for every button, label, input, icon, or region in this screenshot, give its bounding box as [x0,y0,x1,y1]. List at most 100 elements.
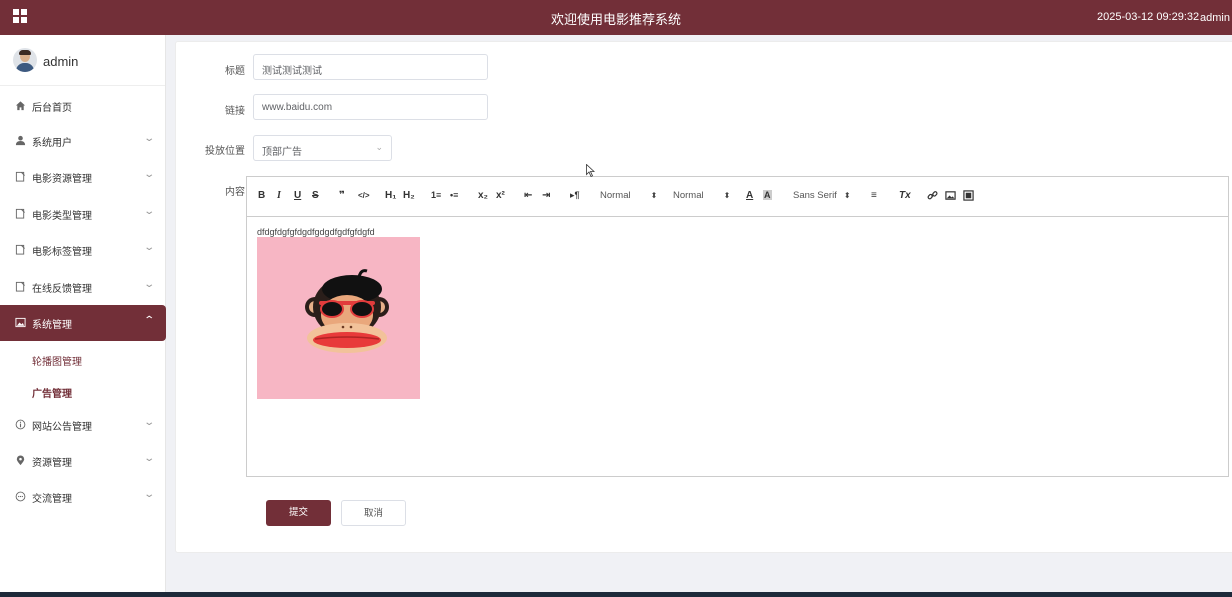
location-icon [16,455,25,466]
sidebar-item-system-users[interactable]: 系统用户 ⌄ [0,123,166,159]
sidebar-item-label: 网站公告管理 [32,422,92,433]
title-label: 标题 [225,66,245,77]
header-picker-label: Normal [673,190,704,201]
chevron-up-icon: ⌃ [143,315,156,326]
position-select[interactable]: 顶部广告 ⌄ [253,135,392,161]
sidebar-subitem-carousel[interactable]: 轮播图管理 [32,353,82,368]
image-icon [945,191,956,200]
text-color-button[interactable]: A [746,190,753,201]
position-label: 投放位置 [205,146,245,157]
font-picker[interactable]: Sans Serif ⬍ [793,190,851,201]
profile: admin [0,35,165,86]
editor-image [257,237,420,399]
blockquote-button[interactable]: ❞ [339,190,345,201]
avatar [13,48,37,72]
link-button[interactable] [927,190,938,203]
code-button[interactable]: </> [358,191,370,200]
position-select-value: 顶部广告 [262,147,302,158]
sidebar-item-label: 后台首页 [32,103,72,114]
document-icon [15,281,25,292]
link-label: 链接 [225,106,245,117]
sidebar-item-movie-resources[interactable]: 电影资源管理 ⌄ [0,159,166,195]
user-menu[interactable]: admin⌄ [1200,11,1232,24]
rich-text-editor: B I U S ❞ </> H₁ H₂ 1≡ •≡ x₂ x² ⇤ ⇥ ▸¶ N… [246,176,1229,477]
chevron-down-icon: ⌄ [143,279,156,290]
outdent-button[interactable]: ⇤ [524,190,532,201]
submit-button[interactable]: 提交 [266,500,331,526]
bottom-strip [0,592,1232,597]
background-color-button[interactable]: A [763,190,772,200]
sidebar-item-label: 资源管理 [32,458,72,469]
chevron-down-icon: ⌄ [375,142,383,152]
site-title: 欢迎使用电影推荐系统 [550,12,681,27]
document-icon [15,244,25,255]
sidebar-item-resources[interactable]: 资源管理 ⌄ [0,443,166,479]
sort-arrows-icon: ⬍ [843,191,851,200]
sort-arrows-icon: ⬍ [723,191,731,200]
sidebar-subitem-ads[interactable]: 广告管理 [32,385,72,400]
align-button[interactable]: ≡ [871,190,877,201]
chevron-down-icon: ⌄ [143,242,156,253]
info-icon [15,419,26,430]
profile-name: admin [43,54,79,69]
text-direction-button[interactable]: ▸¶ [570,190,580,201]
sidebar-item-communication[interactable]: 交流管理 ⌄ [0,479,166,515]
size-picker[interactable]: Normal ⬍ [600,190,657,201]
content-label: 内容 [225,187,245,198]
user-menu-label: admin [1200,12,1230,24]
top-bar: 欢迎使用电影推荐系统 2025-03-12 09:29:32 admin⌄ [0,0,1232,35]
sidebar-item-label: 系统用户 [32,138,72,149]
sidebar-item-label: 系统管理 [32,320,72,331]
chevron-down-icon: ⌄ [143,169,156,180]
sidebar-item-system-management[interactable]: 系统管理 ⌃ [0,305,166,341]
video-icon [963,190,974,201]
document-icon [15,208,25,219]
chat-icon [15,491,26,502]
sidebar-item-home[interactable]: 后台首页 [0,88,166,124]
subscript-button[interactable]: x₂ [478,190,488,201]
underline-button[interactable]: U [294,190,301,201]
sidebar-item-label: 交流管理 [32,494,72,505]
chevron-down-icon: ⌄ [143,453,156,464]
font-picker-label: Sans Serif [793,190,837,201]
chevron-down-icon: ⌄ [143,206,156,217]
size-picker-label: Normal [600,190,631,201]
sidebar: admin 后台首页 系统用户 ⌄ 电影资源管理 ⌄ 电影类型管理 ⌄ 电影标签… [0,35,166,597]
sort-arrows-icon: ⬍ [650,191,658,200]
superscript-button[interactable]: x² [496,190,505,201]
ordered-list-button[interactable]: 1≡ [431,190,441,200]
h1-button[interactable]: H₁ [385,190,396,201]
chevron-down-icon: ⌄ [143,417,156,428]
sidebar-item-label: 电影标签管理 [32,247,92,258]
clear-format-button[interactable]: Tx [899,190,911,201]
sidebar-item-movie-types[interactable]: 电影类型管理 ⌄ [0,196,166,232]
monkey-with-sunglasses-image [305,269,389,353]
video-button[interactable] [963,190,974,204]
chevron-down-icon: ⌄ [143,133,156,144]
picture-icon [15,317,26,328]
home-icon [15,101,26,111]
title-input[interactable]: 测试测试测试 [253,54,488,80]
cancel-button[interactable]: 取消 [341,500,406,526]
image-button[interactable] [945,190,956,204]
user-icon [15,135,26,146]
bullet-list-button[interactable]: •≡ [450,190,458,200]
link-icon [927,191,938,200]
italic-button[interactable]: I [277,190,281,201]
h2-button[interactable]: H₂ [403,190,415,201]
strike-button[interactable]: S [312,190,319,201]
editor-toolbar: B I U S ❞ </> H₁ H₂ 1≡ •≡ x₂ x² ⇤ ⇥ ▸¶ N… [247,177,1228,217]
bold-button[interactable]: B [258,190,265,201]
header-picker[interactable]: Normal ⬍ [673,190,730,201]
sidebar-item-label: 电影类型管理 [32,211,92,222]
chevron-down-icon: ⌄ [143,489,156,500]
link-input[interactable]: www.baidu.com [253,94,488,120]
mouse-cursor-icon [586,164,595,177]
sidebar-item-label: 在线反馈管理 [32,284,92,295]
sidebar-item-feedback[interactable]: 在线反馈管理 ⌄ [0,269,166,305]
sidebar-item-label: 电影资源管理 [32,174,92,185]
indent-button[interactable]: ⇥ [542,190,550,201]
sidebar-item-announcements[interactable]: 网站公告管理 ⌄ [0,407,166,443]
sidebar-item-movie-tags[interactable]: 电影标签管理 ⌄ [0,232,166,268]
current-datetime: 2025-03-12 09:29:32 [1097,11,1200,23]
